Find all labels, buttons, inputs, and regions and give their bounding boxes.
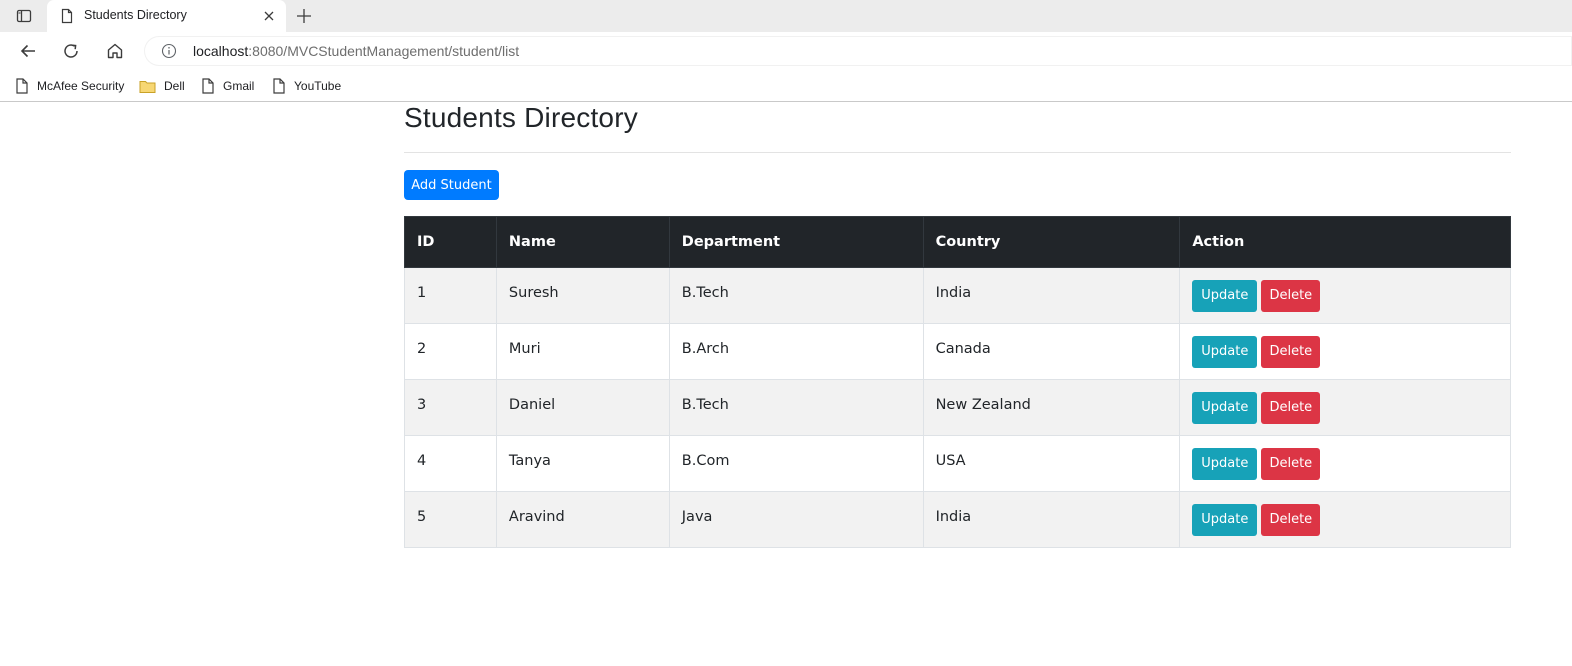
cell-id: 2 bbox=[404, 323, 497, 380]
table-header-row: ID Name Department Country Action bbox=[404, 216, 1511, 268]
bookmark-label: McAfee Security bbox=[37, 79, 125, 93]
cell-department-text: B.Tech bbox=[681, 396, 729, 413]
cell-country-text: India bbox=[935, 508, 972, 525]
tab-strip: Students Directory bbox=[0, 0, 1572, 32]
close-icon[interactable] bbox=[261, 8, 277, 24]
cell-id-text: 1 bbox=[417, 284, 427, 301]
cell-name-text: Aravind bbox=[508, 508, 565, 525]
divider bbox=[404, 152, 1511, 153]
delete-button[interactable]: Delete bbox=[1261, 279, 1321, 312]
cell-name-text: Suresh bbox=[508, 284, 559, 301]
cell-department: Java bbox=[668, 491, 924, 548]
folder-icon bbox=[139, 80, 156, 93]
page-icon bbox=[16, 78, 28, 94]
home-icon[interactable] bbox=[105, 41, 125, 61]
cell-id-text: 3 bbox=[417, 396, 427, 413]
cell-department: B.Com bbox=[668, 435, 924, 492]
cell-action: Update Delete bbox=[1179, 323, 1511, 380]
cell-name: Tanya bbox=[495, 435, 670, 492]
column-header-action: Action bbox=[1179, 216, 1511, 268]
cell-action: Update Delete bbox=[1179, 379, 1511, 436]
update-button[interactable]: Update bbox=[1192, 447, 1258, 480]
cell-name-text: Tanya bbox=[508, 452, 551, 469]
reload-icon[interactable] bbox=[61, 41, 81, 61]
cell-id: 3 bbox=[404, 379, 497, 436]
table-row: 2 Muri B.Arch Canada Update Delete bbox=[404, 323, 1511, 380]
browser-toolbar: localhost:8080/MVCStudentManagement/stud… bbox=[0, 32, 1572, 70]
table-row: 5 Aravind Java India Update Delete bbox=[404, 491, 1511, 548]
bookmark-dell[interactable]: Dell bbox=[139, 75, 185, 97]
students-table: ID Name Department Country Action 1 Sure… bbox=[404, 216, 1511, 548]
cell-id-text: 2 bbox=[417, 340, 427, 357]
page-icon bbox=[273, 78, 285, 94]
cell-country-text: Canada bbox=[935, 340, 991, 357]
cell-department-text: B.Arch bbox=[681, 340, 730, 357]
cell-name-text: Daniel bbox=[508, 396, 556, 413]
bookmark-label: Dell bbox=[164, 79, 185, 93]
cell-country-text: India bbox=[935, 284, 972, 301]
cell-country-text: USA bbox=[935, 452, 966, 469]
back-arrow-icon[interactable] bbox=[18, 41, 38, 61]
cell-department: B.Arch bbox=[668, 323, 924, 380]
cell-name: Muri bbox=[495, 323, 670, 380]
bookmark-label: YouTube bbox=[294, 79, 342, 93]
cell-id: 1 bbox=[404, 267, 497, 324]
bookmark-gmail[interactable]: Gmail bbox=[201, 75, 254, 97]
url-text: localhost:8080/MVCStudentManagement/stud… bbox=[193, 43, 519, 59]
cell-department-text: B.Com bbox=[681, 452, 730, 469]
cell-name: Aravind bbox=[495, 491, 670, 548]
cell-action: Update Delete bbox=[1179, 267, 1511, 324]
cell-name: Suresh bbox=[495, 267, 670, 324]
table-row: 3 Daniel B.Tech New Zealand Update Delete bbox=[404, 379, 1511, 436]
info-icon[interactable] bbox=[161, 43, 177, 59]
page-icon bbox=[202, 78, 214, 94]
url-path: :8080/MVCStudentManagement/student/list bbox=[248, 43, 520, 59]
update-button[interactable]: Update bbox=[1192, 391, 1258, 424]
cell-department-text: Java bbox=[681, 508, 713, 525]
address-bar[interactable]: localhost:8080/MVCStudentManagement/stud… bbox=[144, 36, 1572, 66]
url-host: localhost bbox=[193, 43, 249, 59]
column-header-department: Department bbox=[668, 216, 924, 268]
bookmark-mcafee-security[interactable]: McAfee Security bbox=[15, 75, 124, 97]
cell-department-text: B.Tech bbox=[681, 284, 729, 301]
cell-name-text: Muri bbox=[508, 340, 541, 357]
cell-country: India bbox=[922, 491, 1181, 548]
delete-button[interactable]: Delete bbox=[1261, 335, 1321, 368]
update-button[interactable]: Update bbox=[1192, 503, 1258, 536]
page-title: Students Directory bbox=[404, 102, 638, 133]
sidebar-toggle-icon[interactable] bbox=[9, 5, 39, 27]
active-tab[interactable]: Students Directory bbox=[47, 0, 286, 32]
cell-name: Daniel bbox=[495, 379, 670, 436]
tab-title: Students Directory bbox=[84, 8, 187, 22]
update-button[interactable]: Update bbox=[1192, 279, 1258, 312]
cell-country-text: New Zealand bbox=[935, 396, 1031, 413]
delete-button[interactable]: Delete bbox=[1261, 503, 1321, 536]
cell-department: B.Tech bbox=[668, 379, 924, 436]
cell-id-text: 4 bbox=[417, 452, 427, 469]
delete-button[interactable]: Delete bbox=[1261, 447, 1321, 480]
bookmarks-bar: McAfee Security Dell Gmail YouTube bbox=[0, 70, 1572, 102]
column-header-name: Name bbox=[495, 216, 670, 268]
cell-country: Canada bbox=[922, 323, 1181, 380]
cell-country: New Zealand bbox=[922, 379, 1181, 436]
table-row: 4 Tanya B.Com USA Update Delete bbox=[404, 435, 1511, 492]
table-row: 1 Suresh B.Tech India Update Delete bbox=[404, 267, 1511, 324]
delete-button[interactable]: Delete bbox=[1261, 391, 1321, 424]
cell-id: 5 bbox=[404, 491, 497, 548]
cell-department: B.Tech bbox=[668, 267, 924, 324]
column-header-country: Country bbox=[922, 216, 1181, 268]
bookmark-youtube[interactable]: YouTube bbox=[272, 75, 341, 97]
cell-action: Update Delete bbox=[1179, 491, 1511, 548]
cell-action: Update Delete bbox=[1179, 435, 1511, 492]
plus-icon[interactable] bbox=[294, 6, 314, 26]
cell-id-text: 5 bbox=[417, 508, 427, 525]
cell-id: 4 bbox=[404, 435, 497, 492]
page-icon bbox=[59, 8, 75, 24]
column-header-id: ID bbox=[404, 216, 497, 268]
bookmark-label: Gmail bbox=[223, 79, 255, 93]
cell-country: USA bbox=[922, 435, 1181, 492]
cell-country: India bbox=[922, 267, 1181, 324]
add-student-button[interactable]: Add Student bbox=[404, 170, 499, 200]
update-button[interactable]: Update bbox=[1192, 335, 1258, 368]
